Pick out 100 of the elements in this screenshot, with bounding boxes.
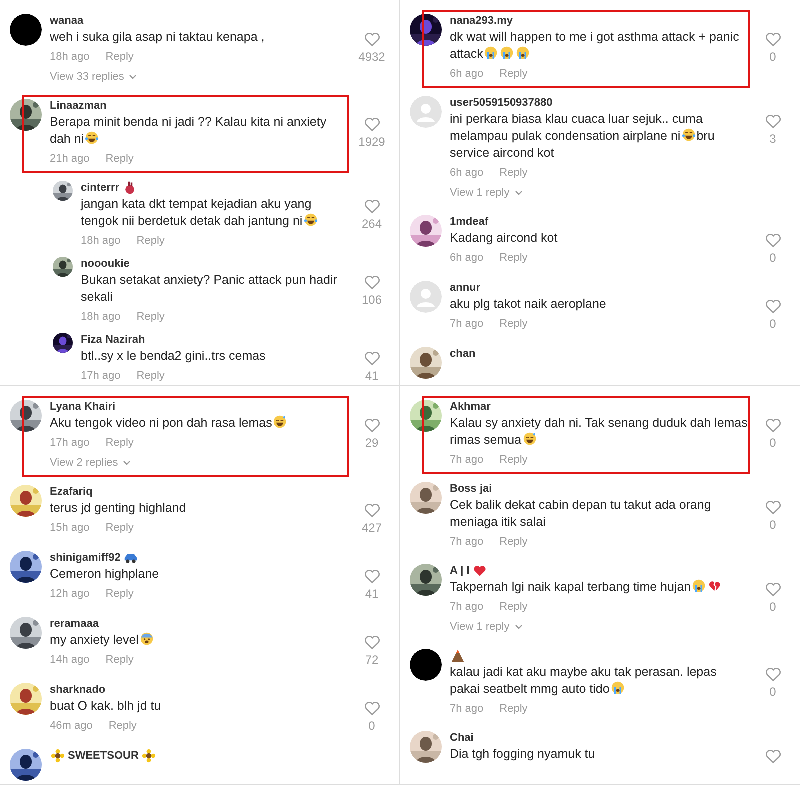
view-replies-link[interactable]: View 33 replies — [50, 71, 138, 83]
timestamp: 46m ago — [50, 720, 93, 732]
broken-heart-icon — [708, 579, 722, 593]
avatar-icon[interactable] — [410, 649, 442, 681]
reply-link[interactable]: Reply — [500, 318, 528, 330]
reply-link[interactable]: Reply — [500, 68, 528, 80]
reply-link[interactable]: Reply — [500, 252, 528, 264]
reply-link[interactable]: Reply — [108, 720, 137, 732]
like-icon[interactable] — [364, 503, 380, 518]
reply-link[interactable]: Reply — [136, 235, 165, 247]
like-icon[interactable] — [364, 635, 380, 650]
flower-icon — [142, 749, 156, 763]
chevron-down-icon — [128, 72, 138, 82]
like-icon[interactable] — [764, 749, 782, 764]
reply-link[interactable]: Reply — [500, 454, 528, 466]
like-count: 3 — [770, 132, 776, 146]
like-count: 41 — [365, 369, 379, 383]
timestamp: 7h ago — [450, 454, 484, 466]
username[interactable]: A | I — [450, 565, 470, 577]
username[interactable]: annur — [450, 282, 481, 294]
sweat-smile-icon — [273, 415, 288, 429]
laughing-face-icon — [682, 128, 696, 142]
like-count: 0 — [770, 251, 776, 265]
username[interactable]: noooukie — [81, 258, 130, 270]
like-icon[interactable] — [764, 582, 782, 597]
timestamp: 7h ago — [450, 703, 484, 715]
username[interactable]: Linaazman — [50, 100, 107, 112]
like-icon[interactable] — [764, 299, 782, 314]
username[interactable]: wanaa — [50, 15, 84, 27]
username[interactable]: 1mdeaf — [450, 216, 489, 228]
reply-link[interactable]: Reply — [106, 153, 134, 165]
comment-text: Cek balik dekat cabin depan tu takut ada orang meniaga itik salai — [450, 497, 712, 531]
timestamp: 15h ago — [50, 522, 90, 534]
reply-link[interactable]: Reply — [500, 167, 528, 179]
crying-face-icon — [610, 681, 625, 695]
timestamp: 7h ago — [450, 318, 484, 330]
chevron-down-icon — [122, 458, 132, 468]
comment-text: dk wat will happen to me i got asthma attack + panic attack — [450, 29, 740, 63]
reply-link[interactable]: Reply — [106, 51, 134, 63]
comment-text: my anxiety level — [50, 632, 349, 649]
like-icon[interactable] — [364, 199, 380, 214]
reply-link[interactable]: Reply — [106, 654, 134, 666]
comment-text: btl..sy x le benda2 gini..trs cemas — [81, 348, 267, 365]
reply-link[interactable]: Reply — [106, 522, 134, 534]
avatar-icon[interactable] — [10, 14, 42, 46]
like-icon[interactable] — [764, 667, 782, 682]
comment-text: kalau jadi kat aku maybe aku tak perasan. lepas pakai seatbelt mmg auto tido — [450, 664, 718, 698]
username[interactable]: Lyana Khairi — [50, 401, 116, 413]
reply-link[interactable]: Reply — [500, 703, 528, 715]
username[interactable]: shinigamiff92 — [50, 552, 121, 564]
timestamp: 17h ago — [50, 437, 90, 449]
like-icon[interactable] — [764, 114, 782, 129]
reply-link[interactable]: Reply — [106, 588, 134, 600]
like-count: 0 — [368, 719, 376, 733]
reply-link[interactable]: Reply — [106, 437, 134, 449]
username[interactable]: Chai — [450, 732, 474, 744]
like-icon[interactable] — [764, 418, 782, 433]
timestamp: 6h ago — [450, 68, 484, 80]
like-count: 72 — [365, 653, 379, 667]
username[interactable]: Akhmar — [450, 401, 491, 413]
comment-text: Cemeron highplane — [50, 566, 160, 583]
crying-face-icon — [516, 46, 530, 60]
like-count: 106 — [362, 293, 382, 307]
reply-link[interactable]: Reply — [500, 601, 528, 613]
username[interactable]: SWEETSOUR — [68, 750, 139, 762]
like-icon[interactable] — [764, 32, 782, 47]
username[interactable]: Ezafariq — [50, 486, 93, 498]
view-replies-link[interactable]: View 1 reply — [450, 187, 524, 199]
like-icon[interactable] — [364, 569, 380, 584]
username[interactable]: cinterrr — [81, 182, 120, 194]
username[interactable]: sharknado — [50, 684, 106, 696]
reply-link[interactable]: Reply — [136, 370, 165, 382]
timestamp: 14h ago — [50, 654, 90, 666]
like-icon[interactable] — [764, 500, 782, 515]
like-icon[interactable] — [764, 233, 782, 248]
reply-link[interactable]: Reply — [136, 311, 165, 323]
anatomical-heart-icon — [122, 181, 137, 195]
like-count: 264 — [362, 217, 382, 231]
like-icon[interactable] — [364, 351, 380, 366]
timestamp: 6h ago — [450, 167, 484, 179]
username[interactable]: user5059150937880 — [450, 97, 553, 109]
like-icon[interactable] — [364, 32, 380, 47]
like-icon[interactable] — [364, 117, 380, 132]
like-icon[interactable] — [364, 701, 380, 716]
crying-face-icon — [500, 46, 514, 60]
comment-text: ini perkara biasa klau cuaca luar sejuk.. cuma melampau pulak condensation airplane ni bru service aircond kot — [450, 111, 716, 162]
timestamp: 12h ago — [50, 588, 90, 600]
username[interactable]: chan — [450, 348, 476, 360]
like-count: 0 — [770, 317, 776, 331]
username[interactable]: Boss jai — [450, 483, 492, 495]
username[interactable]: nana293.my — [450, 15, 513, 27]
crying-face-icon — [484, 46, 498, 60]
username[interactable]: Fiza Nazirah — [81, 334, 146, 346]
view-replies-link[interactable]: View 2 replies — [50, 457, 132, 469]
reply-link[interactable]: Reply — [500, 536, 528, 548]
like-icon[interactable] — [364, 418, 380, 433]
username[interactable]: reramaaa — [50, 618, 99, 630]
comment-text: Kalau sy anxiety dah ni. Tak senang duduk dah lemas rimas semua — [450, 415, 749, 449]
like-icon[interactable] — [364, 275, 380, 290]
view-replies-link[interactable]: View 1 reply — [450, 621, 524, 633]
